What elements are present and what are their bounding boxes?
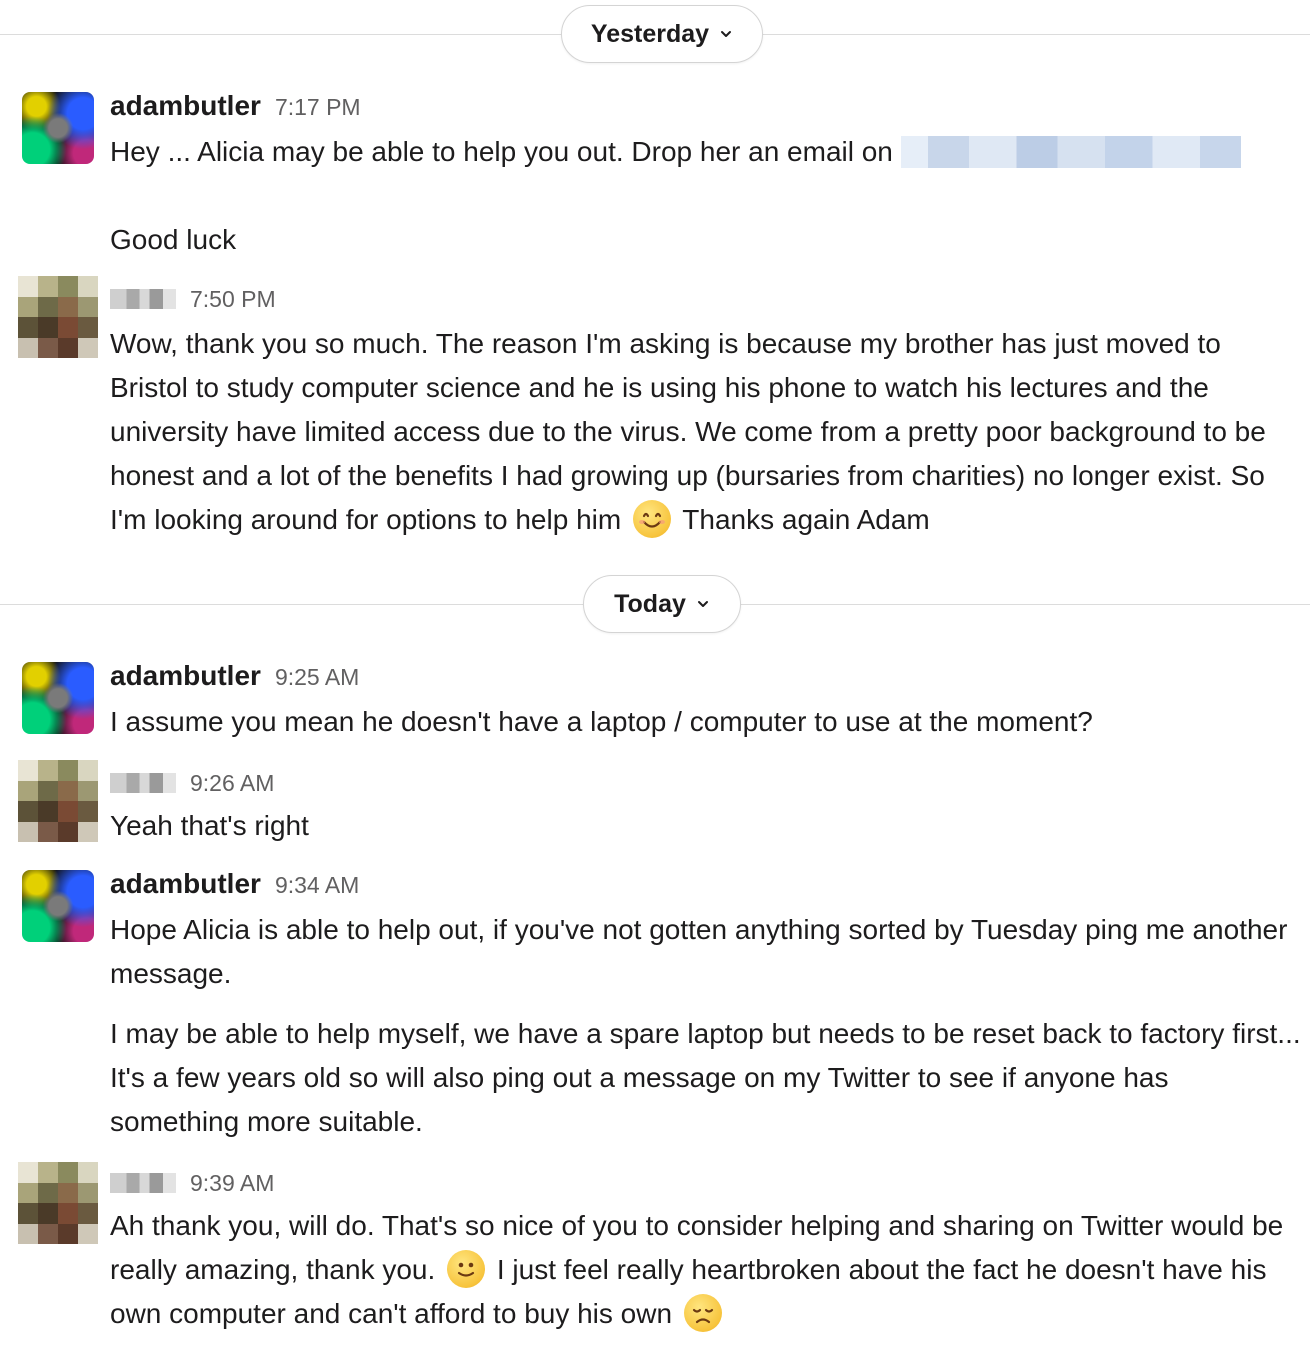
redacted-email-link[interactable] — [900, 135, 1241, 168]
smiling-face-emoji — [632, 499, 671, 538]
author-name[interactable]: adambutler — [110, 868, 261, 900]
timestamp[interactable]: 9:25 AM — [275, 664, 359, 691]
avatar[interactable] — [22, 870, 94, 942]
message-text: I may be able to help myself, we have a … — [110, 1018, 1301, 1137]
message-body: Hey ... Alicia may be able to help you o… — [110, 130, 1305, 262]
timestamp[interactable]: 9:26 AM — [190, 770, 274, 797]
date-label: Yesterday — [590, 19, 710, 48]
avatar[interactable] — [18, 276, 98, 358]
timestamp[interactable]: 9:39 AM — [190, 1170, 274, 1197]
author-name[interactable]: adambutler — [110, 90, 261, 122]
message-text: Good luck — [110, 224, 237, 255]
disappointed-face-emoji — [683, 1293, 722, 1332]
timestamp[interactable]: 9:34 AM — [275, 872, 359, 899]
message-text: Hey ... Alicia may be able to help you o… — [110, 136, 893, 167]
message-text: Yeah that's right — [110, 810, 309, 841]
timestamp[interactable]: 7:50 PM — [190, 286, 276, 313]
redacted-author-name[interactable] — [110, 773, 176, 793]
message-body: Hope Alicia is able to help out, if you'… — [110, 908, 1305, 1144]
date-label: Today — [614, 589, 686, 618]
message-body: I assume you mean he doesn't have a lapt… — [110, 700, 1305, 744]
message-body: Wow, thank you so much. The reason I'm a… — [110, 322, 1305, 542]
message-text: I assume you mean he doesn't have a lapt… — [110, 706, 1093, 737]
redacted-author-name[interactable] — [110, 1173, 176, 1193]
date-jump-button-today[interactable]: Today — [583, 575, 741, 633]
author-name[interactable]: adambutler — [110, 660, 261, 692]
date-divider-yesterday: Yesterday — [0, 5, 1310, 65]
chevron-down-icon — [697, 601, 708, 607]
message-body: Yeah that's right — [110, 804, 1305, 848]
avatar[interactable] — [18, 760, 98, 842]
message-text: Thanks again Adam — [682, 504, 930, 535]
avatar[interactable] — [22, 92, 94, 164]
message-body: Ah thank you, will do. That's so nice of… — [110, 1204, 1305, 1336]
message-text: Hope Alicia is able to help out, if you'… — [110, 914, 1288, 989]
date-divider-today: Today — [0, 575, 1310, 635]
avatar[interactable] — [18, 1162, 98, 1244]
redacted-author-name[interactable] — [110, 289, 176, 309]
avatar[interactable] — [22, 662, 94, 734]
chevron-down-icon — [721, 31, 732, 37]
date-jump-button-yesterday[interactable]: Yesterday — [561, 5, 763, 63]
timestamp[interactable]: 7:17 PM — [275, 94, 361, 121]
slightly-smiling-face-emoji — [447, 1249, 486, 1288]
